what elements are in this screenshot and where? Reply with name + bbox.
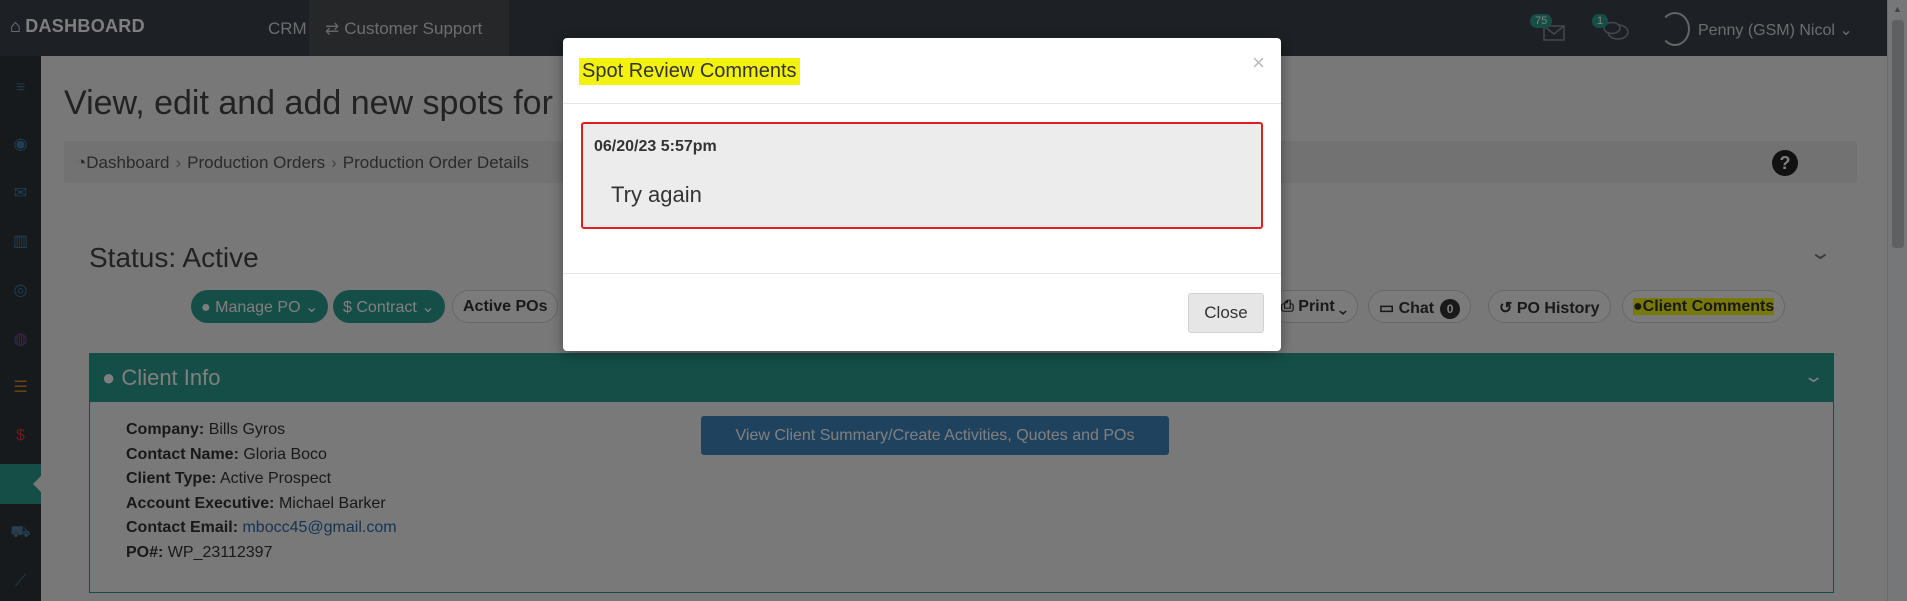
modal-title: Spot Review Comments: [579, 58, 800, 85]
spot-review-comments-modal: Spot Review Comments × 06/20/23 5:57pm T…: [563, 38, 1281, 351]
modal-header: Spot Review Comments ×: [563, 38, 1281, 104]
comment-entry: 06/20/23 5:57pm Try again: [581, 122, 1263, 229]
comment-text: Try again: [611, 182, 702, 207]
comment-timestamp: 06/20/23 5:57pm: [594, 138, 717, 155]
close-icon[interactable]: ×: [1252, 50, 1265, 76]
modal-footer: Close: [563, 273, 1281, 351]
close-button[interactable]: Close: [1188, 293, 1264, 333]
